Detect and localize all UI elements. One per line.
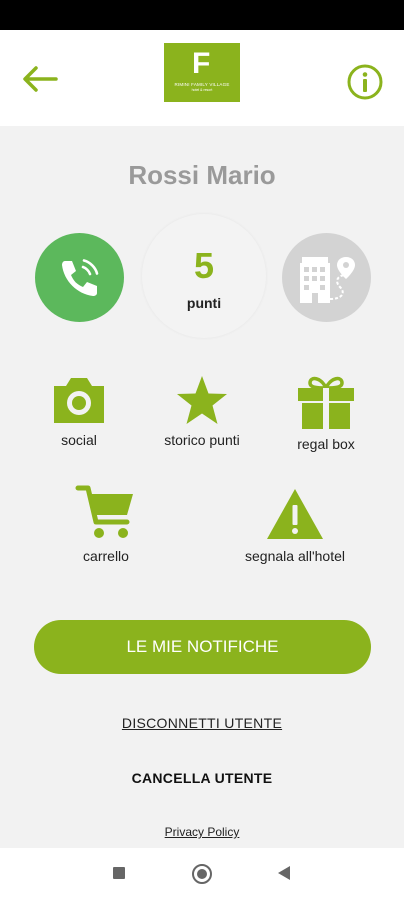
warning-icon <box>267 489 323 539</box>
info-icon <box>347 64 383 100</box>
report-label: segnala all'hotel <box>245 548 345 564</box>
history-tile[interactable]: storico punti <box>142 374 262 448</box>
user-name: Rossi Mario <box>128 160 276 190</box>
camera-icon <box>54 378 104 423</box>
social-tile[interactable]: social <box>19 374 139 448</box>
recent-apps-button[interactable] <box>113 867 125 879</box>
history-label: storico punti <box>164 432 240 448</box>
star-icon <box>177 376 227 424</box>
call-hotel-button[interactable] <box>35 233 124 322</box>
points-value: 5 <box>193 245 215 286</box>
gift-icon <box>298 376 354 429</box>
notifications-button[interactable]: LE MIE NOTIFICHE <box>34 620 371 674</box>
logout-link[interactable]: DISCONNETTI UTENTE <box>0 715 404 731</box>
system-back-button[interactable] <box>278 866 290 880</box>
cart-icon <box>75 485 133 538</box>
info-button[interactable] <box>346 63 384 101</box>
cart-label: carrello <box>83 548 129 564</box>
report-tile[interactable]: segnala all'hotel <box>230 486 360 564</box>
points-label: punti <box>186 295 222 311</box>
privacy-policy-link[interactable]: Privacy Policy <box>0 825 404 839</box>
hotel-map-icon <box>300 257 355 303</box>
social-label: social <box>61 432 97 448</box>
hotel-location-button[interactable] <box>282 233 371 322</box>
phone-icon <box>62 259 99 296</box>
back-button[interactable] <box>20 64 60 94</box>
status-bar <box>0 0 404 30</box>
back-arrow-icon <box>23 66 58 92</box>
cart-tile[interactable]: carrello <box>46 482 166 564</box>
home-button[interactable] <box>192 864 212 884</box>
app-header: F RIMINI FAMILY VILLAGE hotel & resort <box>0 30 404 126</box>
delete-user-link[interactable]: CANCELLA UTENTE <box>0 770 404 786</box>
gift-tile[interactable]: regal box <box>266 374 386 452</box>
hotel-logo: F RIMINI FAMILY VILLAGE hotel & resort <box>164 43 240 102</box>
points-summary: 5 punti <box>142 214 266 338</box>
gift-label: regal box <box>297 436 355 452</box>
system-nav-bar <box>0 848 404 900</box>
